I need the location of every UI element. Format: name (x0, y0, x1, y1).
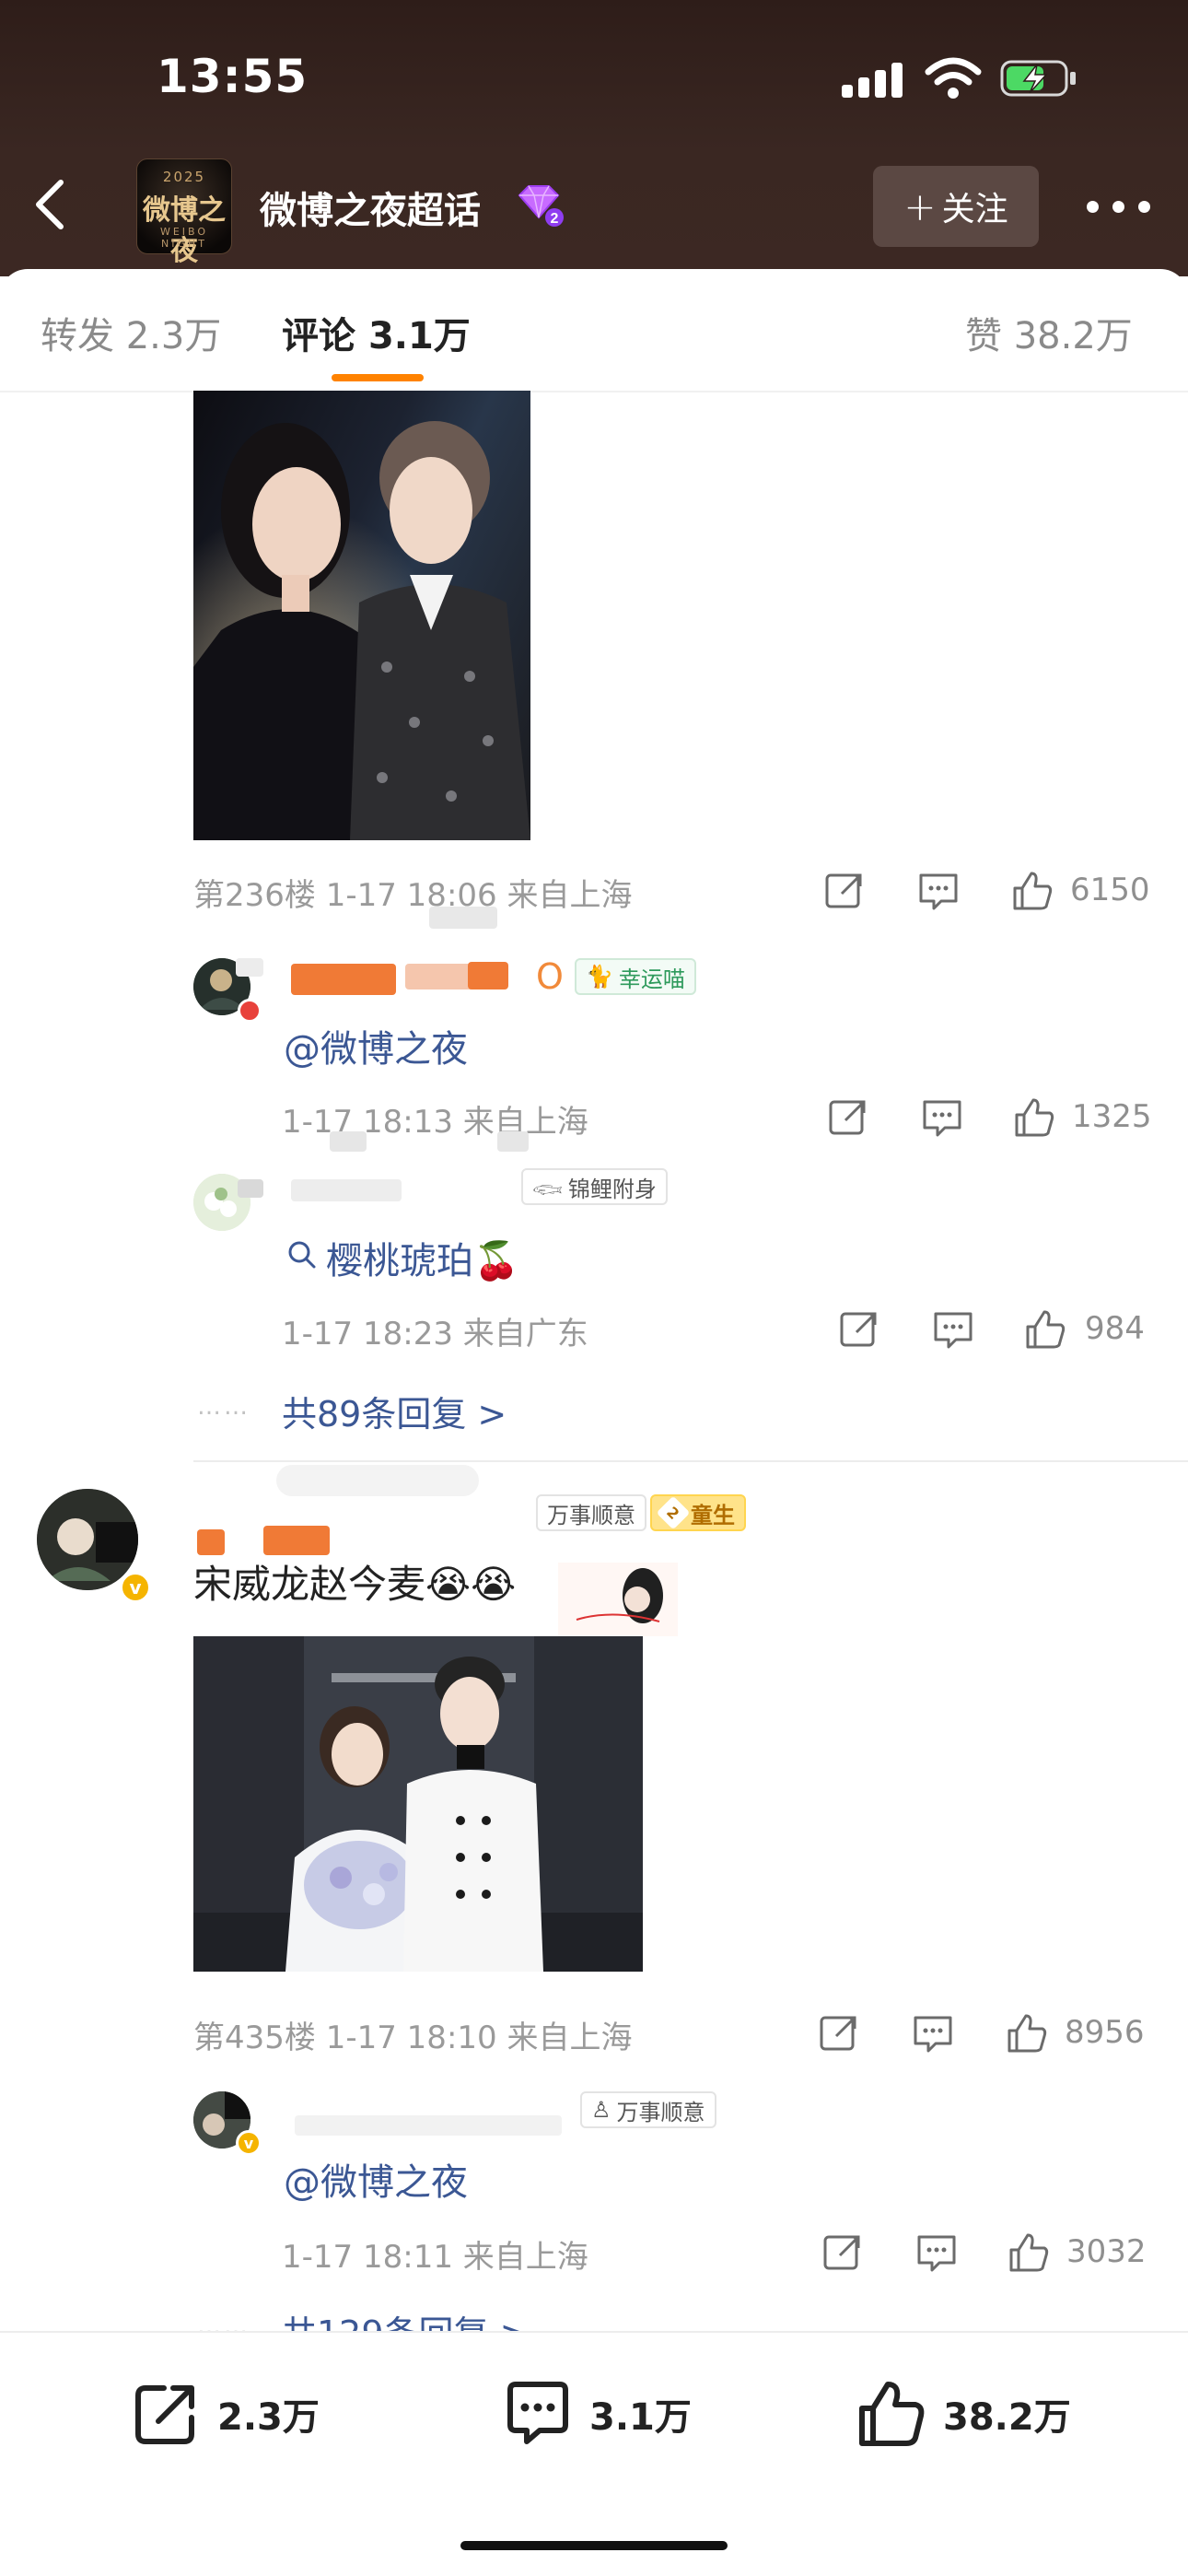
reply-meta: 1-17 18:13 来自上海 (282, 1104, 588, 1141)
comment-icon (507, 2382, 568, 2444)
more-dots-icon[interactable] (1083, 195, 1157, 217)
status-time: 13:55 (157, 50, 309, 103)
tab-like[interactable]: 赞 38.2万 (965, 306, 1133, 359)
dots-separator: …… (197, 1393, 250, 1421)
verified-badge-icon: v (236, 2130, 262, 2156)
level-diamond-icon: 2 (656, 1495, 691, 1530)
cat-icon: 🐈 (586, 964, 613, 989)
blurred-name (263, 1526, 330, 1555)
comment-icon[interactable] (921, 1096, 963, 1139)
user-tag: 🐈 幸运喵 (575, 958, 696, 995)
like-icon[interactable] (1024, 1308, 1066, 1351)
topic-header: 13:55 2025 微博之夜 WEIBO NIGHT 微博之夜超话 2 + 关… (0, 0, 1188, 276)
like-count: 8956 (1065, 2014, 1145, 2051)
like-count: 6150 (1070, 872, 1150, 908)
reply-meta: 1-17 18:11 来自上海 (282, 2239, 588, 2276)
comment-icon[interactable] (932, 1308, 974, 1351)
reply-meta: 1-17 18:23 来自广东 (282, 1316, 588, 1352)
active-tab-indicator (332, 374, 424, 381)
crying-emoji: 😭😭 (425, 1562, 517, 1607)
topic-logo[interactable]: 2025 微博之夜 WEIBO NIGHT (136, 158, 232, 267)
share-icon[interactable] (838, 1308, 880, 1351)
blurred-name (276, 1465, 479, 1496)
search-icon[interactable] (285, 1238, 319, 1271)
tab-comment[interactable]: 评论 3.1万 (282, 306, 471, 359)
avatar[interactable] (37, 1489, 138, 1590)
share-icon[interactable] (818, 2012, 860, 2055)
blurred-name (291, 964, 396, 995)
verified-badge-icon: v (120, 1572, 151, 1603)
couple-photo-illustration (193, 1636, 643, 1972)
name-suffix: Ο (536, 956, 564, 997)
comment-photo[interactable] (193, 1636, 643, 1972)
user-tag: 𓆟 锦鲤附身 (521, 1168, 668, 1205)
share-icon[interactable] (827, 1096, 869, 1139)
follow-button[interactable]: + 关注 (873, 166, 1039, 247)
like-icon[interactable] (1006, 2012, 1048, 2055)
repost-button[interactable]: 2.3万 (131, 2379, 320, 2449)
blurred-name (497, 1131, 529, 1152)
comment-icon[interactable] (917, 870, 960, 912)
cherry-emoji: 🍒 (473, 1240, 519, 1282)
more-replies-link[interactable]: 共89条回复 > (282, 1386, 507, 1436)
comment-photo[interactable] (193, 391, 530, 840)
reply-text[interactable]: @微博之夜 (284, 1019, 468, 1072)
member-badge-icon (238, 999, 262, 1023)
back-chevron-icon[interactable] (24, 171, 79, 238)
couple-photo-illustration (193, 391, 530, 840)
wifi-icon (925, 57, 982, 99)
plus-icon: + (903, 183, 937, 229)
tab-repost[interactable]: 转发 2.3万 (41, 306, 221, 359)
user-tag: 万事顺意 (536, 1494, 646, 1531)
like-count: 1325 (1072, 1098, 1152, 1135)
like-icon[interactable] (1011, 870, 1054, 912)
comment-icon[interactable] (915, 2231, 958, 2274)
blurred-name (429, 907, 497, 929)
blurred-name (468, 962, 508, 989)
comment-meta: 第435楼 1-17 18:10 来自上海 (193, 2020, 633, 2056)
user-tag: ♙ 万事顺意 (580, 2091, 716, 2128)
topic-title[interactable]: 微博之夜超话 (260, 181, 481, 234)
level-tag: 2 童生 (650, 1494, 746, 1531)
blurred-name (295, 2115, 562, 2136)
comment-icon[interactable] (912, 2012, 954, 2055)
like-button[interactable]: 38.2万 (856, 2379, 1071, 2449)
like-icon (859, 2382, 925, 2446)
reply-text[interactable]: @微博之夜 (284, 2152, 468, 2206)
bottom-action-bar: 2.3万 3.1万 38.2万 (0, 2331, 1188, 2576)
follow-label: 关注 (941, 191, 1008, 228)
koi-icon: 𓆟 (532, 1177, 563, 1203)
cellular-signal-icon (842, 61, 906, 98)
like-icon[interactable] (1007, 2231, 1050, 2274)
comment-text[interactable]: 宋威龙赵今麦😭😭 (193, 1553, 516, 1610)
home-indicator (460, 2541, 728, 2550)
reply-search-link[interactable]: 樱桃琥珀🍒 (326, 1231, 519, 1284)
blurred-name (291, 1179, 402, 1201)
like-count: 3032 (1066, 2233, 1147, 2270)
like-count: 984 (1085, 1310, 1145, 1347)
praying-figure-icon: ♙ (591, 2097, 611, 2123)
blurred-name (330, 1131, 367, 1152)
blurred-name (236, 958, 263, 977)
comment-button[interactable]: 3.1万 (503, 2379, 692, 2449)
diamond-level-icon: 2 (518, 185, 564, 227)
share-icon (135, 2385, 194, 2444)
blurred-name (238, 1179, 263, 1198)
comment-decoration-sticker (558, 1563, 678, 1636)
battery-charging-icon (1000, 60, 1076, 97)
level-number: 2 (551, 211, 559, 227)
comment-divider (193, 1460, 1188, 1462)
share-icon[interactable] (823, 870, 866, 912)
comment-meta: 第236楼 1-17 18:06 来自上海 (193, 877, 633, 914)
tab-bar: 转发 2.3万 评论 3.1万 赞 38.2万 (0, 269, 1188, 392)
share-icon[interactable] (821, 2231, 864, 2274)
blurred-name (197, 1529, 225, 1555)
like-icon[interactable] (1013, 1096, 1055, 1139)
